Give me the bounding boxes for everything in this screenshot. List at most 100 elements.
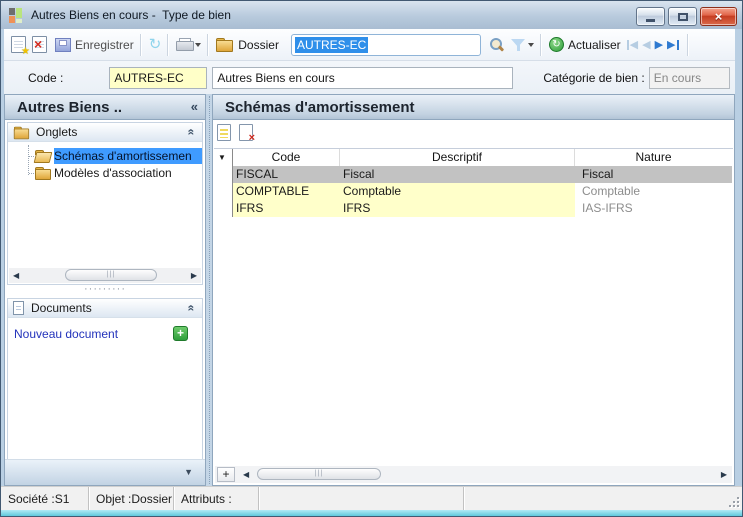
add-button[interactable]: +	[217, 467, 235, 482]
onglets-group-header[interactable]: Onglets «	[8, 123, 202, 142]
cell-code: COMPTABLE	[233, 183, 340, 200]
record-form: Code : AUTRES-EC Autres Biens en cours C…	[4, 61, 735, 94]
filter-icon	[510, 38, 525, 52]
app-icon	[9, 7, 23, 23]
code-search-value: AUTRES-EC	[294, 36, 369, 53]
app-window: Autres Biens en cours - Type de bien × ★…	[0, 0, 743, 517]
print-dropdown-icon	[195, 42, 202, 47]
toolbar-separator	[686, 33, 688, 56]
minimize-button[interactable]	[636, 7, 665, 26]
print-button[interactable]	[176, 38, 202, 51]
row-selector-header[interactable]: ▼	[214, 149, 233, 166]
printer-icon	[176, 38, 195, 51]
nav-next-button[interactable]: ▶	[655, 38, 663, 51]
dossier-button[interactable]: Dossier	[216, 38, 279, 52]
cell-nature: Fiscal	[575, 166, 732, 183]
add-document-button[interactable]: +	[173, 326, 188, 341]
titlebar[interactable]: Autres Biens en cours - Type de bien ×	[1, 1, 742, 29]
categorie-label: Catégorie de bien :	[543, 70, 645, 85]
close-icon: ×	[714, 9, 723, 24]
row-selector[interactable]	[214, 200, 233, 217]
status-societe: Société :S1	[1, 487, 89, 510]
status-bar: Société :S1 Objet :Dossier Attributs :	[1, 486, 742, 510]
new-page-icon: ★	[11, 36, 30, 57]
table-row-comptable[interactable]: COMPTABLE Comptable Comptable	[214, 183, 733, 200]
next-icon: ▶	[654, 39, 664, 51]
main-toolbar: ★ × Enregistrer ↻ Dossier AUTRES-EC ↻ Ac…	[4, 29, 735, 61]
nav-first-button[interactable]: ◀	[626, 38, 639, 51]
dossier-label: Dossier	[238, 37, 279, 52]
filter-button[interactable]	[505, 38, 534, 52]
open-folder-icon	[35, 150, 51, 163]
new-button[interactable]: ★	[11, 36, 30, 57]
scrollbar-thumb[interactable]: |||	[257, 468, 381, 480]
column-header-nature[interactable]: Nature	[575, 149, 732, 166]
maximize-icon	[677, 12, 688, 21]
schemas-table: ▼ Code Descriptif Nature FISCAL Fiscal F…	[214, 148, 733, 217]
table-header-row: ▼ Code Descriptif Nature	[214, 149, 733, 166]
tree-item-modeles-association[interactable]: Modèles d'association	[8, 165, 202, 182]
minimize-icon	[646, 18, 655, 22]
designation-field[interactable]: Autres Biens en cours	[212, 66, 514, 89]
selector-column-line	[232, 188, 233, 193]
row-selector[interactable]	[214, 183, 233, 200]
code-field[interactable]: AUTRES-EC	[109, 66, 208, 89]
scroll-right-icon[interactable]: ▶	[721, 470, 727, 479]
delete-button[interactable]: ×	[32, 36, 47, 53]
main-body: × ▼ Code Descriptif Nature FISCAL Fiscal…	[213, 120, 734, 485]
actualiser-button[interactable]: ↻ Actualiser	[548, 37, 621, 52]
scroll-left-icon[interactable]: ◀	[13, 271, 19, 280]
table-row-ifrs[interactable]: IFRS IFRS IAS-IFRS	[214, 200, 733, 217]
code-label: Code :	[28, 70, 64, 85]
scroll-right-icon[interactable]: ▶	[191, 271, 197, 280]
onglets-tree: Schémas d'amortissemen Modèles d'associa…	[8, 145, 202, 182]
row-selector[interactable]	[214, 166, 233, 183]
last-icon: ▶	[667, 39, 676, 51]
column-header-descriptif[interactable]: Descriptif	[340, 149, 575, 166]
refresh-button[interactable]: ↻	[149, 37, 162, 52]
main-panel: Schémas d'amortissement × ▼ Code Descrip…	[212, 94, 735, 486]
table-horizontal-scrollbar[interactable]: + ◀ ||| ▶	[215, 466, 732, 483]
filter-dropdown-icon	[527, 42, 534, 47]
delete-page-icon: ×	[32, 36, 47, 53]
previous-icon: ◀	[642, 39, 651, 51]
tree-item-label: Modèles d'association	[54, 166, 172, 180]
maximize-button[interactable]	[668, 7, 697, 26]
sidebar-horizontal-scrollbar[interactable]: ◀ ||| ▶	[9, 268, 201, 283]
close-button[interactable]: ×	[700, 7, 737, 26]
column-header-code[interactable]: Code	[233, 149, 340, 166]
sidebar-panel: Autres Biens .. « Onglets « Schémas d'am…	[4, 94, 206, 486]
first-icon: ◀	[629, 39, 639, 51]
cell-code: FISCAL	[233, 166, 340, 183]
new-document-row: Nouveau document +	[8, 324, 202, 346]
nav-previous-button[interactable]: ◀	[642, 38, 650, 51]
cell-nature: IAS-IFRS	[582, 201, 633, 215]
cell-descriptif: Comptable	[340, 183, 575, 200]
table-row-fiscal[interactable]: FISCAL Fiscal Fiscal	[214, 166, 733, 183]
collapse-chevrons-icon[interactable]: «	[185, 129, 199, 136]
delete-row-button[interactable]: ×	[239, 124, 255, 144]
sidebar-collapse-icon[interactable]: «	[191, 99, 198, 114]
status-empty-cell	[464, 487, 742, 510]
content-area: Autres Biens .. « Onglets « Schémas d'am…	[4, 94, 735, 486]
documents-group-header[interactable]: Documents «	[8, 299, 202, 318]
save-button[interactable]: Enregistrer	[55, 37, 134, 52]
search-icon[interactable]	[489, 37, 505, 53]
scroll-left-icon[interactable]: ◀	[243, 470, 249, 479]
toolbar-separator	[139, 33, 141, 56]
collapse-chevrons-icon[interactable]: «	[185, 305, 199, 312]
code-search-input[interactable]: AUTRES-EC	[290, 33, 481, 56]
sidebar-splitter-handle[interactable]: ·········	[5, 284, 205, 296]
toolbar-separator	[167, 33, 169, 56]
sidebar-footer: ▼	[5, 459, 205, 485]
new-document-link[interactable]: Nouveau document	[14, 327, 118, 341]
scrollbar-thumb[interactable]: |||	[65, 269, 157, 281]
onglets-folder-icon	[13, 126, 30, 139]
cell-descriptif: Fiscal	[340, 166, 575, 183]
footer-dropdown-icon[interactable]: ▼	[184, 468, 193, 477]
add-row-button[interactable]	[217, 124, 231, 141]
nav-last-button[interactable]: ▶	[667, 38, 679, 51]
tree-item-schemas-amortissement[interactable]: Schémas d'amortissemen	[8, 148, 202, 165]
save-icon	[55, 37, 71, 52]
delete-cross-icon: ×	[248, 132, 255, 144]
